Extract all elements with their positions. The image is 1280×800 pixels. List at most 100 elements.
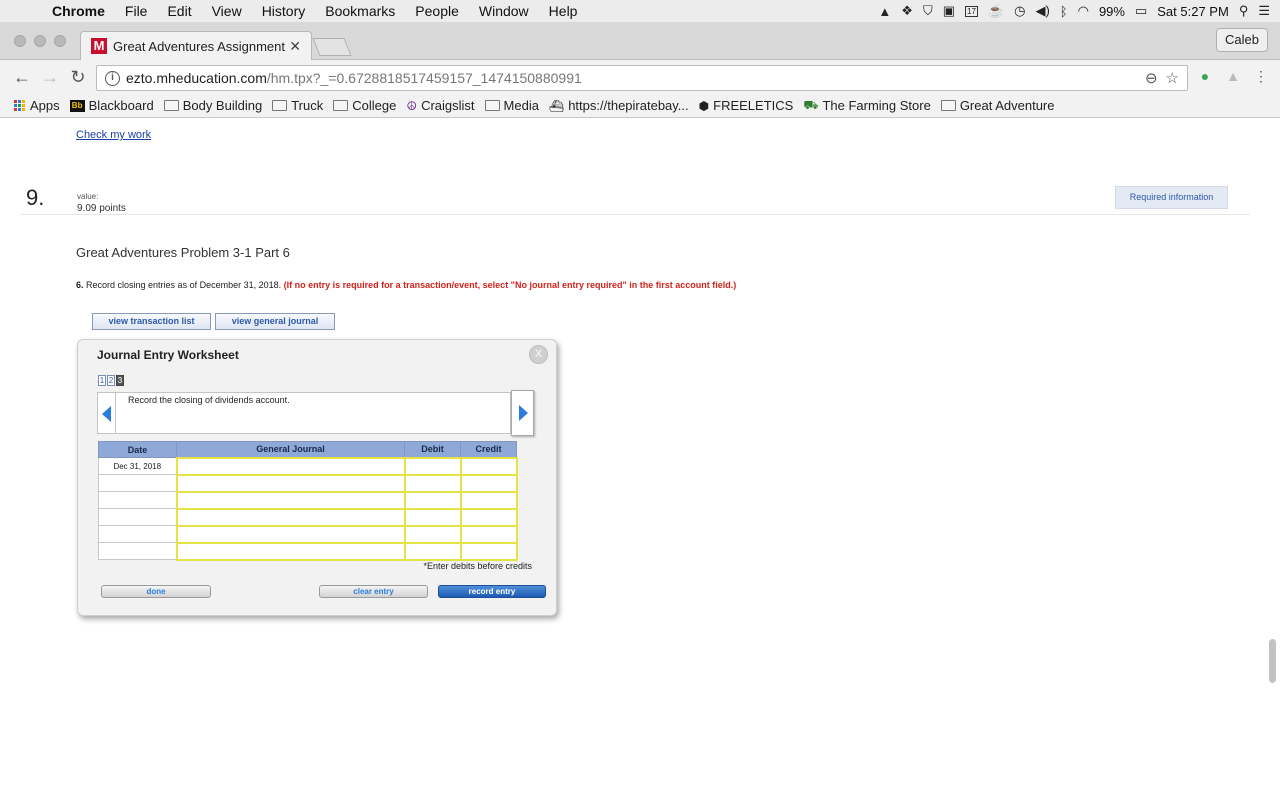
account-input[interactable]	[175, 490, 406, 510]
menu-window[interactable]: Window	[469, 3, 539, 19]
bookmark-farming-store[interactable]: ⛟ The Farming Store	[803, 98, 930, 114]
folder-icon	[272, 100, 288, 111]
date-cell[interactable]	[98, 474, 177, 492]
window-zoom-button[interactable]	[54, 35, 66, 47]
bookmark-freeletics[interactable]: ⬢ FREELETICS	[699, 98, 794, 113]
shield-icon[interactable]: ⛉	[923, 3, 933, 19]
menu-chrome[interactable]: Chrome	[42, 3, 115, 19]
window-close-button[interactable]	[14, 35, 26, 47]
clear-entry-button[interactable]: clear entry	[319, 585, 428, 598]
coffee-icon[interactable]: ☕	[988, 3, 1004, 19]
debit-input[interactable]	[403, 541, 462, 561]
account-input[interactable]	[175, 473, 406, 493]
done-button[interactable]: done	[101, 585, 211, 598]
page-3-button[interactable]: 3	[116, 375, 124, 386]
tab-close-icon[interactable]: ✕	[289, 38, 301, 55]
bookmark-piratebay[interactable]: ⛴ https://thepiratebay...	[549, 98, 689, 113]
menu-bookmarks[interactable]: Bookmarks	[315, 3, 405, 19]
bookmark-apps[interactable]: Apps	[14, 98, 60, 113]
page-2-button[interactable]: 2	[107, 375, 115, 386]
chrome-menu-icon[interactable]: ⋮	[1252, 68, 1270, 86]
credit-input[interactable]	[459, 507, 518, 527]
wifi-icon[interactable]: ◠	[1078, 3, 1089, 19]
debit-input[interactable]	[403, 473, 462, 493]
view-transaction-list-button[interactable]: view transaction list	[92, 313, 211, 330]
bookmark-craigslist[interactable]: ☮ Craigslist	[406, 98, 474, 113]
new-tab-button[interactable]	[312, 38, 352, 56]
credit-input[interactable]	[459, 490, 518, 510]
address-bar[interactable]: i ezto.mheducation.com /hm.tpx?_=0.67288…	[96, 65, 1188, 91]
drive-extension-icon[interactable]: ▲	[1224, 68, 1242, 86]
instruction-note: (If no entry is required for a transacti…	[283, 280, 737, 290]
date-cell[interactable]	[98, 542, 177, 560]
calendar-icon[interactable]: 17	[965, 5, 978, 17]
bluetooth-icon[interactable]: ᛒ	[1060, 4, 1068, 19]
table-row	[98, 541, 518, 561]
tab-great-adventures[interactable]: M Great Adventures Assignment ✕	[80, 31, 312, 60]
menu-help[interactable]: Help	[539, 3, 588, 19]
previous-arrow-icon[interactable]	[97, 392, 116, 434]
credit-input[interactable]	[459, 541, 518, 561]
menu-people[interactable]: People	[405, 3, 469, 19]
account-input[interactable]	[175, 541, 406, 561]
reload-icon[interactable]: ↻	[64, 67, 92, 88]
info-icon[interactable]: i	[105, 70, 120, 86]
date-cell[interactable]	[98, 508, 177, 526]
notification-center-icon[interactable]: ☰	[1258, 3, 1270, 19]
bookmark-star-icon[interactable]: ☆	[1166, 69, 1179, 87]
zoom-icon[interactable]: ⊖	[1145, 69, 1158, 87]
column-header-general-journal: General Journal	[176, 441, 405, 458]
credit-input[interactable]	[459, 456, 518, 476]
menu-history[interactable]: History	[252, 3, 316, 19]
back-arrow-icon[interactable]: ←	[8, 67, 36, 88]
forward-arrow-icon[interactable]: →	[36, 67, 64, 88]
window-minimize-button[interactable]	[34, 35, 46, 47]
date-cell[interactable]	[98, 525, 177, 543]
check-my-work-link[interactable]: Check my work	[76, 129, 151, 141]
bookmark-body-building[interactable]: Body Building	[163, 98, 263, 113]
worksheet-pagination: 1 2 3	[98, 375, 124, 386]
menu-file[interactable]: File	[115, 3, 158, 19]
required-information-button[interactable]: Required information	[1115, 186, 1228, 209]
battery-icon[interactable]: ▭	[1135, 3, 1147, 19]
next-arrow-icon[interactable]	[511, 390, 534, 436]
debit-input[interactable]	[403, 490, 462, 510]
account-input[interactable]	[175, 524, 406, 544]
debits-before-credits-note: *Enter debits before credits	[423, 561, 532, 571]
page-1-button[interactable]: 1	[98, 375, 106, 386]
bookmark-truck[interactable]: Truck	[272, 98, 323, 113]
table-row	[98, 507, 518, 527]
dropbox-icon[interactable]: ❖	[901, 3, 913, 19]
date-cell[interactable]	[98, 491, 177, 509]
volume-icon[interactable]: ◀)	[1035, 3, 1049, 19]
screenshot-icon[interactable]: ▣	[943, 3, 955, 19]
bookmark-label: Body Building	[182, 98, 263, 113]
bookmark-label: The Farming Store	[822, 98, 931, 113]
credit-input[interactable]	[459, 473, 518, 493]
spotlight-icon[interactable]: ⚲	[1239, 3, 1249, 19]
record-entry-button[interactable]: record entry	[438, 585, 546, 598]
credit-input[interactable]	[459, 524, 518, 544]
view-general-journal-button[interactable]: view general journal	[215, 313, 335, 330]
account-input[interactable]	[175, 456, 406, 476]
debit-input[interactable]	[403, 524, 462, 544]
menu-view[interactable]: View	[202, 3, 252, 19]
bookmark-label: Apps	[30, 98, 60, 113]
bookmark-great-adventure[interactable]: Great Adventure	[940, 98, 1054, 113]
bookmark-media[interactable]: Media	[484, 98, 539, 113]
drive-icon[interactable]: ▲	[878, 4, 891, 19]
battery-percent[interactable]: 99%	[1099, 4, 1125, 19]
clock[interactable]: Sat 5:27 PM	[1157, 4, 1229, 19]
close-icon[interactable]: X	[529, 345, 548, 364]
bookmark-blackboard[interactable]: Bb Blackboard	[69, 98, 154, 113]
time-machine-icon[interactable]: ◷	[1014, 3, 1025, 19]
evernote-extension-icon[interactable]: ●	[1196, 68, 1214, 86]
menu-edit[interactable]: Edit	[157, 3, 201, 19]
date-cell[interactable]: Dec 31, 2018	[98, 457, 177, 475]
profile-button[interactable]: Caleb	[1216, 28, 1268, 52]
debit-input[interactable]	[403, 507, 462, 527]
debit-input[interactable]	[403, 456, 462, 476]
account-input[interactable]	[175, 507, 406, 527]
bookmark-college[interactable]: College	[333, 98, 396, 113]
scrollbar[interactable]	[1269, 639, 1276, 683]
